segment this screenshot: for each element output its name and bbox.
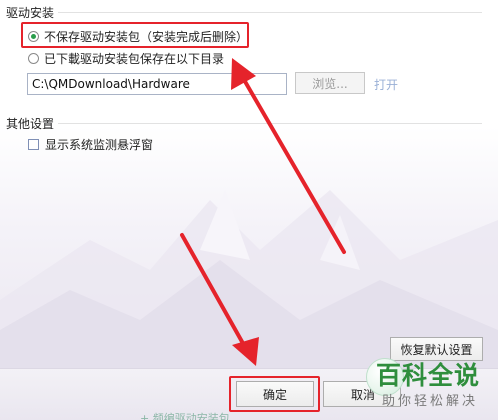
radio-empty-icon[interactable] <box>28 53 39 64</box>
section-divider <box>58 123 482 124</box>
show-monitor-label: 显示系统监测悬浮窗 <box>45 138 154 152</box>
watermark: 百科全说 助你轻松解决 <box>366 356 498 420</box>
annotation-highlight-ok <box>229 376 320 412</box>
section-divider <box>58 12 482 13</box>
settings-window: 驱动安装 不保存驱动安装包（安装完成后删除） 已下載驱动安装包保存在以下目录 浏… <box>0 0 498 420</box>
show-monitor-row[interactable]: 显示系统监测悬浮窗 <box>28 136 153 153</box>
driver-install-title: 驱动安装 <box>6 6 55 20</box>
browse-button[interactable]: 浏览... <box>295 72 365 94</box>
other-settings-title: 其他设置 <box>6 117 55 131</box>
checkbox-icon[interactable] <box>28 139 39 150</box>
watermark-sub-text: 助你轻松解决 <box>382 394 479 409</box>
download-path-input[interactable] <box>27 73 287 95</box>
footer-text: + 频编驱动安装包 <box>140 412 230 420</box>
option-keep-row[interactable]: 已下載驱动安装包保存在以下目录 <box>28 50 224 67</box>
annotation-highlight-option <box>21 22 249 48</box>
option-keep-label: 已下載驱动安装包保存在以下目录 <box>44 52 225 66</box>
open-link[interactable]: 打开 <box>374 76 398 93</box>
watermark-main-text: 百科全说 <box>376 361 481 390</box>
